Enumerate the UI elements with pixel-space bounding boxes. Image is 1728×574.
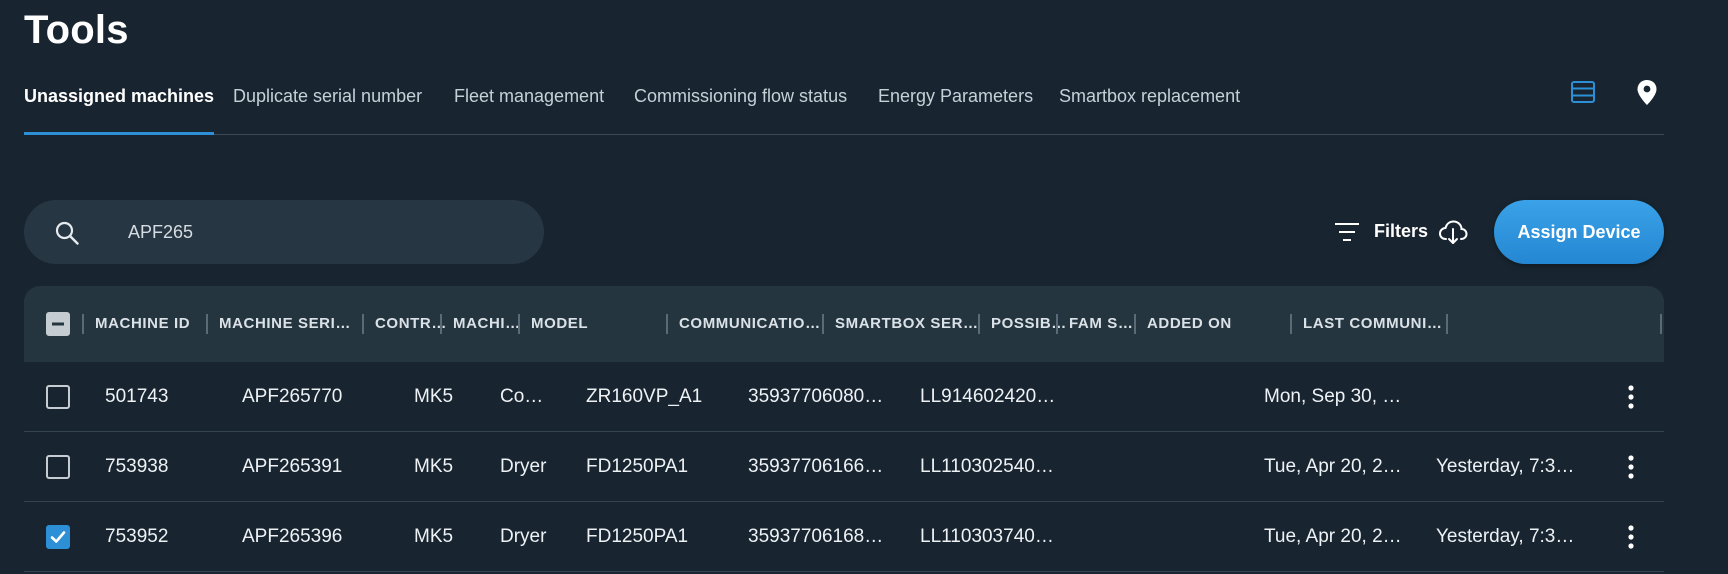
column-separator[interactable] <box>1660 314 1662 334</box>
column-separator[interactable] <box>206 314 208 334</box>
cell-last-communication <box>1436 362 1586 432</box>
cell-added-on: Tue, Apr 20, 2… <box>1264 456 1402 477</box>
column-header-machine-type[interactable]: MACHI… <box>453 286 525 362</box>
column-separator[interactable] <box>362 314 364 334</box>
column-separator[interactable] <box>1056 314 1058 334</box>
machines-table: MACHINE ID MACHINE SERIAL … CONTR… MACHI… <box>24 286 1664 574</box>
column-header-communication-id[interactable]: COMMUNICATION ID <box>679 286 824 362</box>
cell-possible <box>1092 502 1172 572</box>
column-separator[interactable] <box>1446 314 1448 334</box>
cell-machine-id: 753952 <box>105 526 169 547</box>
more-options-icon[interactable] <box>1620 452 1642 482</box>
cell-smartbox-serial: LL110302540… <box>920 456 1054 477</box>
column-header-controller[interactable]: CONTR… <box>375 286 447 362</box>
cloud-download-icon[interactable] <box>1438 218 1468 246</box>
table-row[interactable]: 753938 APF265391 MK5 Dryer FD1250PA1 359… <box>24 432 1664 502</box>
tab-smartbox-replacement[interactable]: Smartbox replacement <box>1059 70 1240 134</box>
tab-duplicate-serial-number[interactable]: Duplicate serial number <box>233 70 422 134</box>
column-separator[interactable] <box>440 314 442 334</box>
search-box <box>24 200 544 264</box>
column-header-last-communication[interactable]: LAST COMMUNICA… <box>1303 286 1453 362</box>
list-view-icon[interactable] <box>1569 78 1597 106</box>
cell-fam-source <box>1178 362 1258 432</box>
column-header-machine-id[interactable]: MACHINE ID <box>95 286 205 362</box>
more-options-icon[interactable] <box>1620 522 1642 552</box>
tab-bar: Unassigned machines Duplicate serial num… <box>24 70 1664 135</box>
cell-model: ZR160VP_A1 <box>586 386 703 407</box>
cell-model: FD1250PA1 <box>586 526 689 547</box>
row-checkbox[interactable] <box>46 385 70 409</box>
filters-label: Filters <box>1374 221 1429 241</box>
cell-fam-source <box>1178 502 1258 572</box>
column-separator[interactable] <box>822 314 824 334</box>
cell-controller: MK5 <box>414 526 454 547</box>
column-separator[interactable] <box>1290 314 1292 334</box>
table-header: MACHINE ID MACHINE SERIAL … CONTR… MACHI… <box>24 286 1664 362</box>
cell-communication-id: 35937706166… <box>748 456 884 477</box>
cell-added-on: Tue, Apr 20, 2… <box>1264 526 1402 547</box>
cell-machine-serial: APF265391 <box>242 456 343 477</box>
column-header-machine-serial[interactable]: MACHINE SERIAL … <box>219 286 361 362</box>
cell-machine-type: Dryer <box>500 456 547 477</box>
table-row[interactable]: 501743 APF265770 MK5 Co… ZR160VP_A1 3593… <box>24 362 1664 432</box>
filter-icon <box>1334 220 1360 244</box>
cell-machine-type: Dryer <box>500 526 547 547</box>
tab-commissioning-flow-status[interactable]: Commissioning flow status <box>634 70 847 134</box>
cell-smartbox-serial: LL914602420… <box>920 386 1056 407</box>
cell-machine-id: 501743 <box>105 386 169 407</box>
cell-added-on: Mon, Sep 30, … <box>1264 386 1402 407</box>
column-separator[interactable] <box>518 314 520 334</box>
more-options-icon[interactable] <box>1620 382 1642 412</box>
cell-machine-serial: APF265396 <box>242 526 343 547</box>
tab-energy-parameters[interactable]: Energy Parameters <box>878 70 1033 134</box>
column-header-model[interactable]: MODEL <box>531 286 661 362</box>
tab-fleet-management[interactable]: Fleet management <box>454 70 604 134</box>
cell-machine-id: 753938 <box>105 456 169 477</box>
column-header-added-on[interactable]: ADDED ON <box>1147 286 1287 362</box>
cell-last-communication: Yesterday, 7:3… <box>1436 526 1575 547</box>
column-separator[interactable] <box>82 314 84 334</box>
tab-unassigned-machines[interactable]: Unassigned machines <box>24 70 215 135</box>
row-checkbox[interactable] <box>46 455 70 479</box>
cell-possible <box>1092 362 1172 432</box>
search-icon <box>54 220 80 246</box>
tools-page: Tools Unassigned machines Duplicate seri… <box>0 0 1728 574</box>
cell-last-communication: Yesterday, 7:3… <box>1436 456 1575 477</box>
page-title: Tools <box>24 8 129 52</box>
cell-communication-id: 35937706168… <box>748 526 884 547</box>
cell-controller: MK5 <box>414 456 454 477</box>
row-checkbox[interactable] <box>46 525 70 549</box>
column-separator[interactable] <box>978 314 980 334</box>
cell-machine-type: Co… <box>500 386 544 407</box>
cell-controller: MK5 <box>414 386 454 407</box>
select-all-checkbox[interactable] <box>46 312 70 336</box>
cell-fam-source <box>1178 432 1258 502</box>
cell-communication-id: 35937706080… <box>748 386 884 407</box>
search-input[interactable] <box>104 200 524 264</box>
table-row[interactable]: 753952 APF265396 MK5 Dryer FD1250PA1 359… <box>24 502 1664 572</box>
cell-possible <box>1092 432 1172 502</box>
map-pin-icon[interactable] <box>1633 78 1661 106</box>
cell-smartbox-serial: LL110303740… <box>920 526 1054 547</box>
cell-machine-serial: APF265770 <box>242 386 343 407</box>
cell-model: FD1250PA1 <box>586 456 689 477</box>
column-header-smartbox-serial[interactable]: SMARTBOX SERIAL… <box>835 286 980 362</box>
assign-device-button[interactable]: Assign Device <box>1494 200 1664 264</box>
column-separator[interactable] <box>1134 314 1136 334</box>
column-separator[interactable] <box>666 314 668 334</box>
